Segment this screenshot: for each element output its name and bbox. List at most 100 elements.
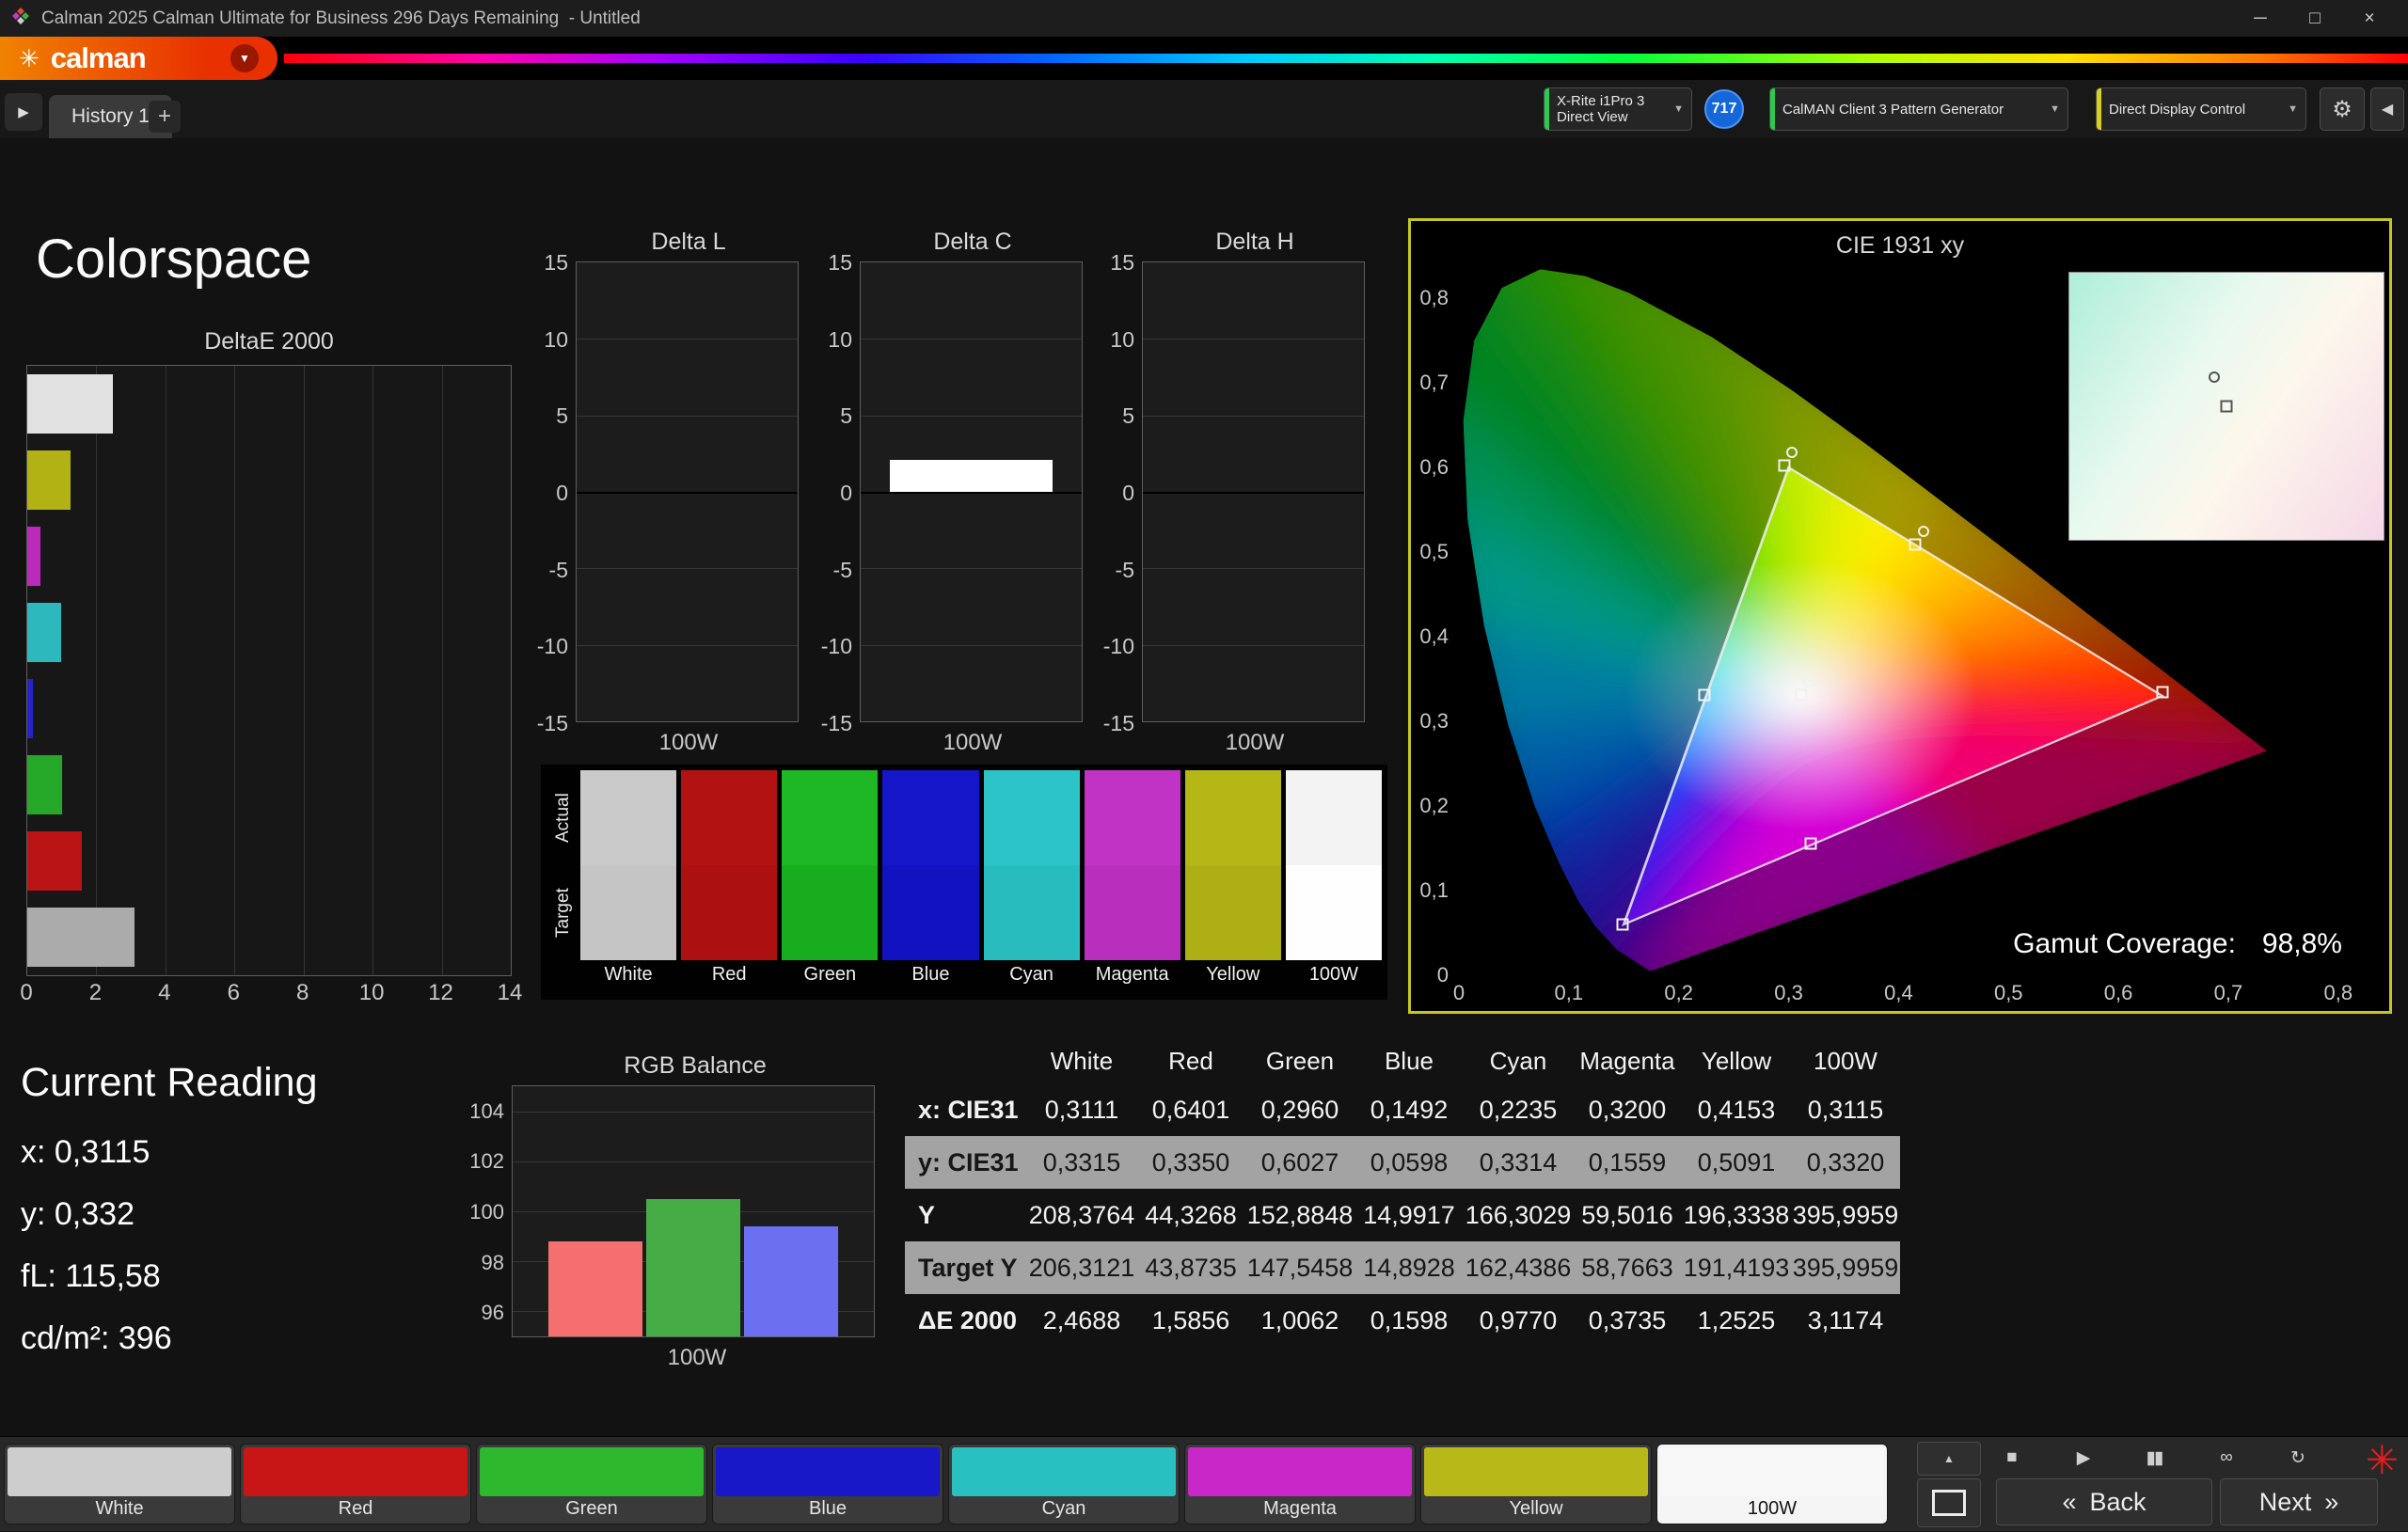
table-cell: 0,3350 bbox=[1151, 1147, 1230, 1177]
delta-h-title: Delta H bbox=[1215, 229, 1294, 255]
gridline bbox=[577, 644, 798, 646]
settings-gear-button[interactable]: ⚙ bbox=[2320, 87, 2365, 131]
swatch-column-blue: Blue bbox=[882, 770, 979, 994]
refresh-button[interactable]: ↻ bbox=[2274, 1442, 2320, 1474]
gridline bbox=[861, 492, 1082, 494]
table-cell: 152,8848 bbox=[1246, 1200, 1354, 1229]
axis-tick-label: 0 bbox=[556, 481, 568, 505]
axis-tick-label: 0,5 bbox=[1419, 539, 1449, 563]
axis-tick-label: 0,3 bbox=[1774, 981, 1803, 1004]
axis-tick-label: -5 bbox=[832, 557, 852, 582]
pattern-button-white[interactable]: White bbox=[4, 1444, 235, 1524]
axis-tick-label: 0 bbox=[840, 481, 852, 505]
alert-asterisk-icon: ✳ bbox=[2365, 1438, 2399, 1482]
cie-ring-yellow bbox=[1917, 526, 1929, 538]
next-button[interactable]: Next » bbox=[2220, 1478, 2378, 1525]
pattern-button-100w[interactable]: 100W bbox=[1656, 1444, 1888, 1524]
table-cell: 44,3268 bbox=[1145, 1200, 1237, 1229]
pattern-swatch bbox=[1188, 1447, 1412, 1496]
display-control-dropdown[interactable]: Direct Display Control ▼ bbox=[2096, 87, 2306, 131]
pattern-button-cyan[interactable]: Cyan bbox=[948, 1444, 1180, 1524]
axis-tick-label: 0,7 bbox=[2213, 981, 2243, 1004]
add-tab-button[interactable]: + bbox=[149, 101, 181, 133]
pattern-button-yellow[interactable]: Yellow bbox=[1420, 1444, 1652, 1524]
play-button[interactable]: ▶ bbox=[2060, 1442, 2105, 1474]
actual-swatch bbox=[782, 770, 879, 865]
column-header: Cyan bbox=[1489, 1046, 1547, 1075]
swatch-label: White bbox=[604, 963, 653, 985]
rgb-balance-title: RGB Balance bbox=[624, 1052, 767, 1079]
table-cell: 0,9770 bbox=[1479, 1305, 1558, 1335]
pattern-button-green[interactable]: Green bbox=[476, 1444, 707, 1524]
pattern-button-blue[interactable]: Blue bbox=[712, 1444, 943, 1524]
current-reading: Current Reading x: 0,3115 y: 0,332 fL: 115… bbox=[21, 1060, 318, 1382]
pattern-button-magenta[interactable]: Magenta bbox=[1184, 1444, 1416, 1524]
cie-point-green bbox=[1778, 459, 1791, 472]
row-label: x: CIE31 bbox=[918, 1095, 1019, 1124]
row-label: Target Y bbox=[918, 1253, 1018, 1282]
calman-menu-button[interactable]: ✳ calman ▼ bbox=[0, 37, 277, 80]
swatch-column-red: Red bbox=[681, 770, 778, 994]
rgb-balance-plot bbox=[512, 1085, 875, 1337]
gamut-coverage-label: Gamut Coverage: bbox=[2013, 928, 2236, 959]
swatch-label: Red bbox=[711, 963, 747, 985]
tray-collapse-button[interactable]: ▲ bbox=[1917, 1442, 1981, 1476]
pattern-button-red[interactable]: Red bbox=[240, 1444, 471, 1524]
table-cell: 0,5091 bbox=[1697, 1147, 1776, 1177]
axis-tick-label: 15 bbox=[828, 250, 852, 275]
expand-history-button[interactable]: ▶ bbox=[5, 93, 42, 131]
table-cell: 0,2960 bbox=[1260, 1095, 1339, 1124]
minimize-button[interactable]: ─ bbox=[2233, 0, 2288, 37]
collapse-panel-button[interactable]: ◀ bbox=[2370, 87, 2404, 131]
table-row: Target Y 206,3121 43,8735 147,5458 14,8928 16… bbox=[905, 1241, 1900, 1294]
table-row: x: CIE31 0,3111 0,6401 0,2960 0,1492 0,2235 0,… bbox=[905, 1083, 1900, 1136]
axis-tick-label: 15 bbox=[544, 250, 568, 275]
deltae-bar-100w bbox=[27, 907, 135, 968]
pattern-label: Yellow bbox=[1509, 1497, 1563, 1519]
back-button[interactable]: « Back bbox=[1996, 1478, 2212, 1525]
deltae-bar-row bbox=[27, 442, 511, 518]
logo-caret-icon[interactable]: ▼ bbox=[230, 44, 259, 72]
meter-dropdown[interactable]: X-Rite i1Pro 3 Direct View ▼ bbox=[1544, 87, 1692, 131]
target-swatch bbox=[1184, 865, 1281, 960]
cie-point-yellow bbox=[1909, 538, 1922, 551]
gridline bbox=[1143, 339, 1364, 340]
back-label: Back bbox=[2089, 1487, 2147, 1516]
pause-button[interactable]: ▮▮ bbox=[2131, 1442, 2177, 1474]
pattern-swatch bbox=[8, 1447, 231, 1496]
axis-tick-label: 0,1 bbox=[1419, 878, 1449, 902]
cie-point-100w bbox=[1795, 687, 1808, 701]
axis-tick-label: -15 bbox=[820, 711, 852, 735]
swatch-comparison-panel: Actual Target White Red Green Blue Cyan Magen… bbox=[541, 765, 1387, 1000]
axis-tick-label: 5 bbox=[840, 403, 852, 429]
pattern-generator-name: CalMAN Client 3 Pattern Generator bbox=[1782, 101, 2004, 118]
cie-ring-green bbox=[1786, 446, 1798, 458]
table-cell: 0,1492 bbox=[1370, 1095, 1449, 1124]
cie-y-axis: 0 0,1 0,2 0,3 0,4 0,5 0,6 0,7 0,8 bbox=[1411, 264, 1454, 987]
pattern-generator-dropdown[interactable]: CalMAN Client 3 Pattern Generator ▼ bbox=[1769, 87, 2068, 131]
swatch-column-magenta: Magenta bbox=[1084, 770, 1180, 994]
caret-down-icon: ▼ bbox=[1673, 103, 1684, 115]
column-header: Magenta bbox=[1579, 1046, 1675, 1075]
delta-l-y-axis: 15 10 5 0 -5 -10 -15 bbox=[529, 250, 576, 735]
swatch-label: Yellow bbox=[1206, 963, 1260, 985]
rainbow-stripe bbox=[284, 54, 2408, 63]
pattern-window-button[interactable] bbox=[1917, 1478, 1981, 1527]
delta-h-y-axis: 15 10 5 0 -5 -10 -15 bbox=[1095, 250, 1142, 735]
deltae-bar-yellow bbox=[27, 450, 71, 511]
rgb-bars bbox=[513, 1086, 874, 1336]
axis-tick-label: 0 bbox=[1452, 981, 1465, 1004]
target-swatch bbox=[782, 865, 879, 960]
actual-swatch bbox=[983, 770, 1080, 865]
close-button[interactable]: × bbox=[2342, 0, 2397, 37]
pattern-label: Cyan bbox=[1041, 1497, 1086, 1519]
axis-tick-label: -15 bbox=[1102, 711, 1134, 735]
cie-chart-title: CIE 1931 xy bbox=[1835, 232, 1965, 259]
table-cell: 14,8928 bbox=[1363, 1253, 1455, 1282]
stop-button[interactable]: ■ bbox=[1988, 1442, 2034, 1474]
measurement-table: White Red Green Blue Cyan Magenta Yellow 100W x:… bbox=[905, 1038, 1900, 1347]
loop-button[interactable]: ∞ bbox=[2203, 1442, 2248, 1474]
swatch-label: Green bbox=[803, 963, 857, 985]
maximize-button[interactable]: □ bbox=[2288, 0, 2342, 37]
cie-point-red bbox=[2156, 686, 2169, 698]
